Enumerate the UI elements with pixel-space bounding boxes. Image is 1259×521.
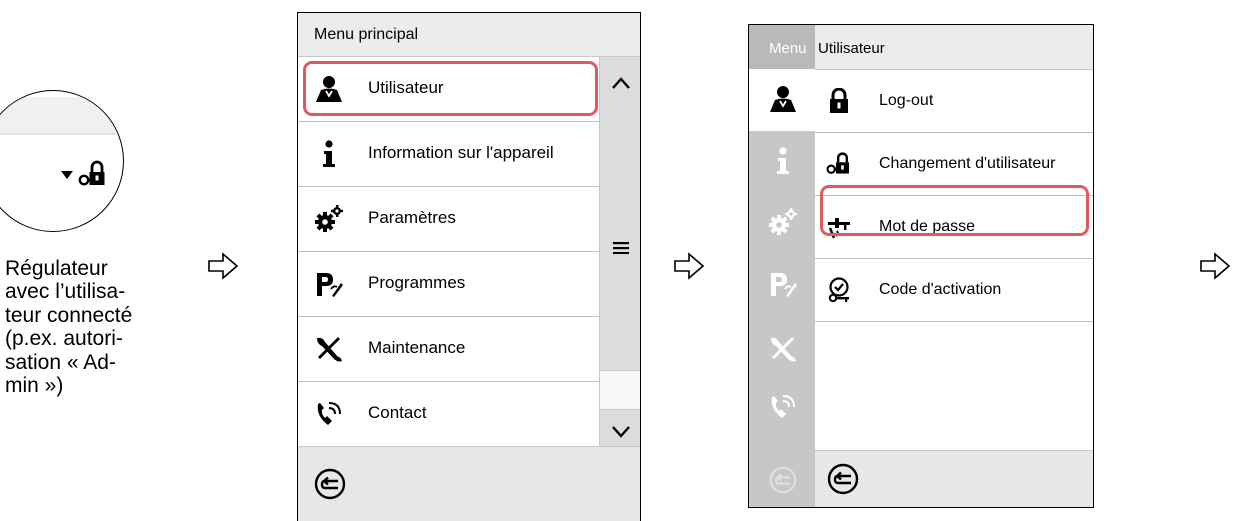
menu-item-programmes[interactable]: Programmes bbox=[298, 252, 599, 317]
menu-item-label: Paramètres bbox=[368, 208, 456, 227]
user-lock-icon bbox=[826, 152, 849, 174]
side-item-selected[interactable] bbox=[749, 69, 815, 131]
bottom-bar bbox=[298, 446, 640, 521]
menu-item-contact[interactable]: Contact bbox=[298, 382, 599, 447]
menu-item-maintenance[interactable]: Maintenance bbox=[298, 317, 599, 382]
bottom-bar bbox=[815, 450, 1093, 507]
main-menu-screen: Menu principal Utilisateur Information s… bbox=[297, 12, 641, 521]
side-title: Menu bbox=[749, 25, 815, 69]
controller-display-zoom bbox=[0, 90, 124, 232]
flow-arrow-icon bbox=[674, 252, 704, 280]
menu-item-label: Information sur l'appareil bbox=[368, 143, 554, 162]
caption-line: teur connecté bbox=[5, 303, 133, 327]
menu-item-information[interactable]: Information sur l'appareil bbox=[298, 122, 599, 187]
selection-highlight bbox=[820, 185, 1089, 236]
info-icon bbox=[323, 140, 335, 167]
flow-arrow-icon bbox=[1200, 252, 1230, 280]
menu-item-logout[interactable]: Log-out bbox=[815, 70, 1093, 133]
menu-item-parametres[interactable]: Paramètres bbox=[298, 187, 599, 252]
main-menu-titlebar: Menu principal bbox=[298, 13, 640, 57]
lock-icon bbox=[830, 88, 848, 113]
back-arrow-icon[interactable] bbox=[827, 463, 859, 495]
chevron-down-icon[interactable] bbox=[611, 425, 631, 439]
caption-line: sation « Ad- bbox=[5, 350, 116, 374]
caption-line: Régulateur bbox=[5, 257, 108, 280]
gears-icon bbox=[315, 205, 343, 232]
dropdown-arrow-icon bbox=[61, 171, 73, 179]
menu-item-label: Code d'activation bbox=[879, 281, 1002, 298]
user-menu-screen: Menu Utilisateur Log-out Changement d'ut… bbox=[748, 24, 1094, 508]
back-arrow-icon[interactable] bbox=[314, 468, 346, 500]
page-title: Menu principal bbox=[314, 26, 419, 43]
user-icon bbox=[770, 86, 796, 112]
phone-icon[interactable] bbox=[768, 393, 798, 421]
scrollbar[interactable] bbox=[599, 57, 640, 446]
flow-arrow-icon bbox=[208, 252, 238, 280]
side-navigation: Menu bbox=[749, 25, 815, 507]
page-title: Utilisateur bbox=[818, 40, 885, 57]
chevron-up-icon[interactable] bbox=[611, 76, 631, 90]
side-title-label: Menu bbox=[769, 40, 807, 57]
caption-line: min ») bbox=[5, 374, 64, 398]
controller-top-band bbox=[0, 97, 123, 135]
menu-item-label: Contact bbox=[368, 403, 427, 422]
programs-icon bbox=[317, 273, 343, 297]
programs-icon[interactable] bbox=[768, 270, 798, 298]
menu-lines-icon bbox=[613, 242, 629, 254]
menu-item-code-activation[interactable]: Code d'activation bbox=[815, 259, 1093, 322]
menu-item-label: Maintenance bbox=[368, 338, 466, 357]
activation-key-icon bbox=[828, 277, 849, 303]
back-arrow-icon bbox=[769, 466, 797, 494]
caption-line: (p.ex. autori- bbox=[5, 327, 123, 351]
caption-line: avec l’utilisa- bbox=[5, 280, 126, 304]
info-icon[interactable] bbox=[768, 147, 798, 175]
menu-item-label: Log-out bbox=[879, 92, 934, 109]
phone-icon bbox=[317, 402, 341, 425]
selection-highlight bbox=[303, 61, 598, 116]
tools-icon[interactable] bbox=[768, 335, 798, 363]
scrollbar-thumb[interactable] bbox=[600, 370, 640, 410]
menu-item-label: Programmes bbox=[368, 273, 466, 292]
controller-caption: Régulateur avec l’utilisa- teur connecté… bbox=[5, 257, 132, 397]
tools-icon bbox=[317, 337, 342, 362]
user-lock-icon[interactable] bbox=[78, 159, 108, 189]
gears-icon[interactable] bbox=[768, 208, 798, 236]
menu-item-label: Changement d'utilisateur bbox=[879, 155, 1056, 172]
user-menu-titlebar: Utilisateur bbox=[815, 25, 1093, 70]
